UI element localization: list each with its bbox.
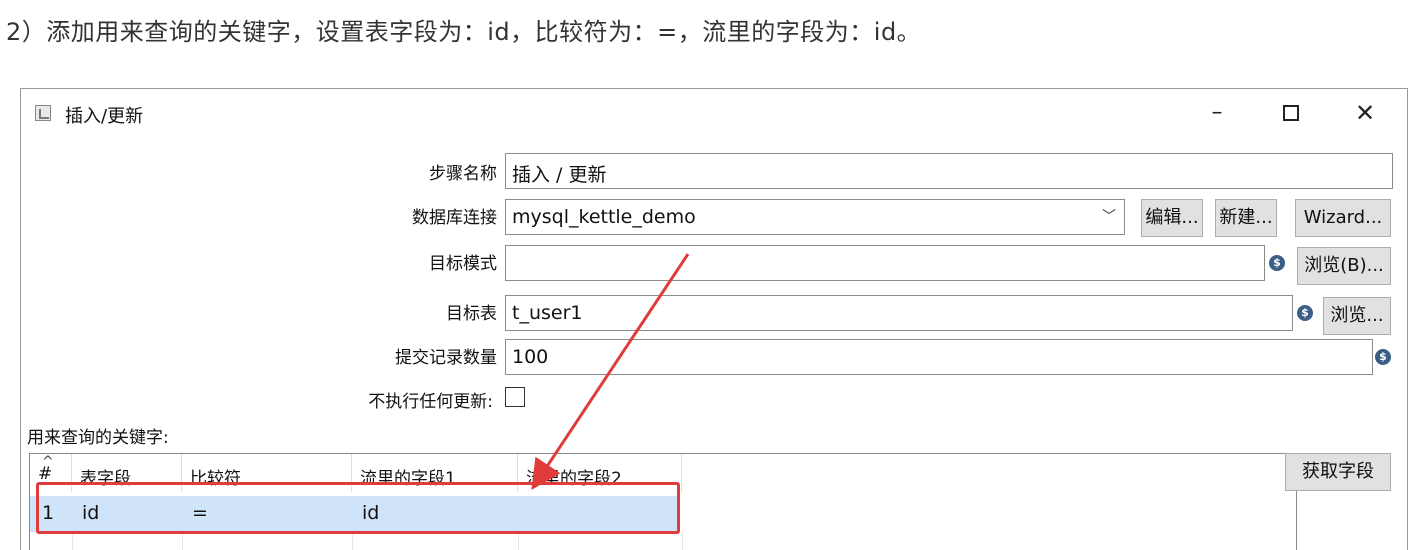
maximize-button[interactable] — [1271, 97, 1311, 129]
new-connection-button[interactable]: 新建... — [1215, 199, 1277, 237]
grid-divider — [352, 532, 353, 550]
maximize-icon — [1283, 105, 1299, 121]
insert-update-dialog: 插入/更新 – ✕ 步骤名称 插入 / 更新 数据库连接 mysql_kettl… — [20, 88, 1408, 550]
no-update-checkbox[interactable] — [505, 387, 525, 407]
dollar-diamond-icon: $ — [1297, 305, 1313, 321]
no-update-label: 不执行任何更新: — [368, 392, 493, 412]
db-connection-label: 数据库连接 — [412, 208, 497, 228]
browse-table-button[interactable]: 浏览... — [1323, 297, 1391, 335]
wizard-button[interactable]: Wizard... — [1295, 199, 1391, 237]
instruction-text: 2）添加用来查询的关键字，设置表字段为：id，比较符为：=，流里的字段为：id。 — [6, 18, 922, 46]
db-connection-select[interactable]: mysql_kettle_demo ﹀ — [505, 199, 1125, 235]
window-title: 插入/更新 — [65, 106, 144, 127]
dollar-diamond-icon: $ — [1269, 255, 1285, 271]
commit-size-input[interactable]: 100 — [505, 339, 1373, 375]
close-button[interactable]: ✕ — [1345, 97, 1385, 129]
grid-divider — [72, 532, 73, 550]
get-fields-button[interactable]: 获取字段 — [1285, 453, 1391, 491]
target-schema-label: 目标模式 — [429, 254, 497, 274]
step-name-input[interactable]: 插入 / 更新 — [505, 153, 1393, 189]
minimize-button[interactable]: – — [1197, 97, 1237, 129]
grid-divider — [182, 532, 183, 550]
target-schema-input[interactable] — [505, 245, 1265, 281]
grid-divider — [518, 532, 519, 550]
annotation-highlight-box — [36, 482, 680, 534]
chevron-down-icon[interactable]: ﹀ — [1102, 206, 1116, 226]
step-name-label: 步骤名称 — [429, 164, 497, 184]
commit-size-label: 提交记录数量 — [395, 348, 497, 368]
target-table-label: 目标表 — [446, 304, 497, 324]
target-table-input[interactable]: t_user1 — [505, 295, 1293, 331]
db-connection-value: mysql_kettle_demo — [512, 206, 696, 228]
title-bar: 插入/更新 – ✕ — [21, 89, 1407, 137]
lookup-keys-label: 用来查询的关键字: — [27, 428, 169, 448]
browse-schema-button[interactable]: 浏览(B)... — [1297, 247, 1391, 285]
dollar-diamond-icon: $ — [1375, 349, 1391, 365]
step-icon — [35, 105, 51, 121]
grid-divider — [682, 532, 683, 550]
edit-connection-button[interactable]: 编辑... — [1141, 199, 1203, 237]
